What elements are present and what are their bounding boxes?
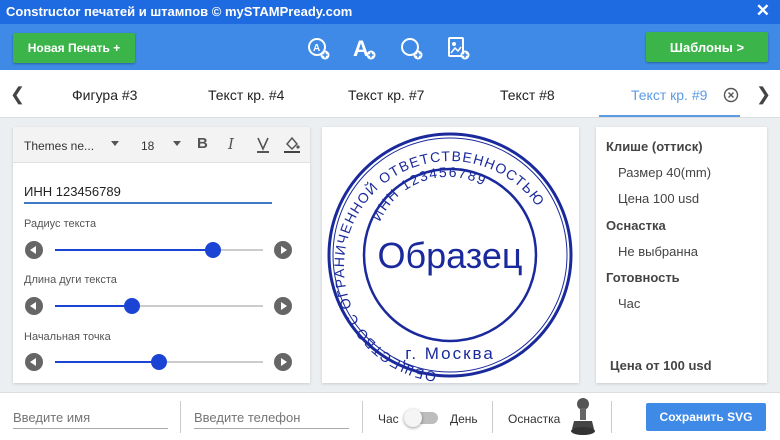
radius-slider-thumb[interactable] [205,242,222,258]
start-point-decrease-button[interactable] [25,353,43,371]
readiness-toggle[interactable] [404,409,438,427]
fill-color-icon[interactable] [283,135,301,153]
tab-circular-text-9[interactable]: Текст кр. #9 [631,87,707,103]
chevron-down-icon[interactable] [173,141,181,146]
order-info-panel: Клише (оттиск) Размер 40(mm) Цена 100 us… [596,127,767,383]
text-editor-panel: Themes ne... 18 B I ИНН 123456789 Радиус… [13,127,310,383]
stamp-center-text: Образец [377,235,522,276]
equipment-heading: Оснастка [606,218,666,233]
start-point-slider-thumb[interactable] [151,354,167,370]
add-image-icon[interactable] [446,36,470,60]
font-size-select[interactable]: 18 [141,139,154,153]
start-point-slider[interactable] [55,354,263,370]
day-label: День [450,412,478,426]
cliche-heading: Клише (оттиск) [606,139,703,154]
arc-length-decrease-button[interactable] [25,297,43,315]
price-value: Цена 100 usd [618,191,700,206]
toolbar: Новая Печать + A A Шаблоны > [0,24,780,70]
hour-label: Час [378,412,399,426]
templates-button[interactable]: Шаблоны > [646,32,768,62]
slider-label-arc-length: Длина дуги текста [24,274,117,286]
element-tabs: ❮ Фигура #3 Текст кр. #4 Текст кр. #7 Те… [0,70,780,118]
size-value: Размер 40(mm) [618,165,712,180]
radius-decrease-button[interactable] [25,241,43,259]
order-bar: Час День Оснастка Сохранить SVG [0,392,780,440]
text-color-icon[interactable] [255,136,271,154]
stamp-preview[interactable]: ОБЩЕСТВО С ОГРАНИЧЕННОЙ ОТВЕТСТВЕННОСТЬЮ… [322,127,579,385]
save-svg-button[interactable]: Сохранить SVG [646,403,766,431]
chevron-left-icon[interactable]: ❮ [10,84,25,105]
arc-length-slider[interactable] [55,298,263,314]
divider [362,401,363,433]
tab-circular-text-7[interactable]: Текст кр. #7 [348,87,424,103]
readiness-value: Час [618,296,641,311]
bold-icon[interactable]: B [197,135,208,152]
text-input[interactable]: ИНН 123456789 [24,184,272,204]
stamp-preview-panel: ОБЩЕСТВО С ОГРАНИЧЕННОЙ ОТВЕТСТВЕННОСТЬЮ… [322,127,579,385]
italic-icon[interactable]: I [228,135,234,153]
stamp-bottom-text: г. Москва [405,344,495,363]
name-input[interactable] [13,407,168,429]
divider [492,401,493,433]
total-price: Цена от 100 usd [610,358,712,373]
add-text-icon[interactable]: A [352,36,376,60]
readiness-heading: Готовность [606,270,680,285]
new-stamp-button[interactable]: Новая Печать + [13,33,135,63]
svg-text:A: A [353,36,369,60]
title-bar: Constructor печатей и штампов © mySTAMPr… [0,0,780,24]
radius-slider[interactable] [55,242,263,258]
tab-figure-3[interactable]: Фигура #3 [72,87,137,103]
arc-length-increase-button[interactable] [274,297,292,315]
font-toolbar: Themes ne... 18 B I [13,127,310,163]
active-tab-indicator [599,115,740,117]
stamp-handle-icon[interactable] [570,397,596,437]
arc-length-slider-thumb[interactable] [123,298,140,314]
divider [180,401,181,433]
start-point-increase-button[interactable] [274,353,292,371]
tab-text-8[interactable]: Текст #8 [500,87,555,103]
equipment-label: Оснастка [508,412,561,426]
slider-label-start-point: Начальная точка [24,331,111,343]
svg-text:A: A [313,43,320,54]
add-shape-icon[interactable] [399,36,423,60]
add-circular-text-icon[interactable]: A [306,36,330,60]
chevron-down-icon[interactable] [111,141,119,146]
slider-label-radius: Радиус текста [24,218,97,230]
phone-input[interactable] [194,407,349,429]
font-family-select[interactable]: Themes ne... [24,139,94,153]
equipment-value: Не выбранна [618,244,698,259]
close-icon[interactable]: ✕ [756,1,770,21]
radius-increase-button[interactable] [274,241,292,259]
window-title: Constructor печатей и штампов © mySTAMPr… [6,4,353,19]
chevron-right-icon[interactable]: ❯ [756,84,771,105]
close-tab-icon[interactable] [723,87,739,103]
tab-circular-text-4[interactable]: Текст кр. #4 [208,87,284,103]
divider [611,401,612,433]
